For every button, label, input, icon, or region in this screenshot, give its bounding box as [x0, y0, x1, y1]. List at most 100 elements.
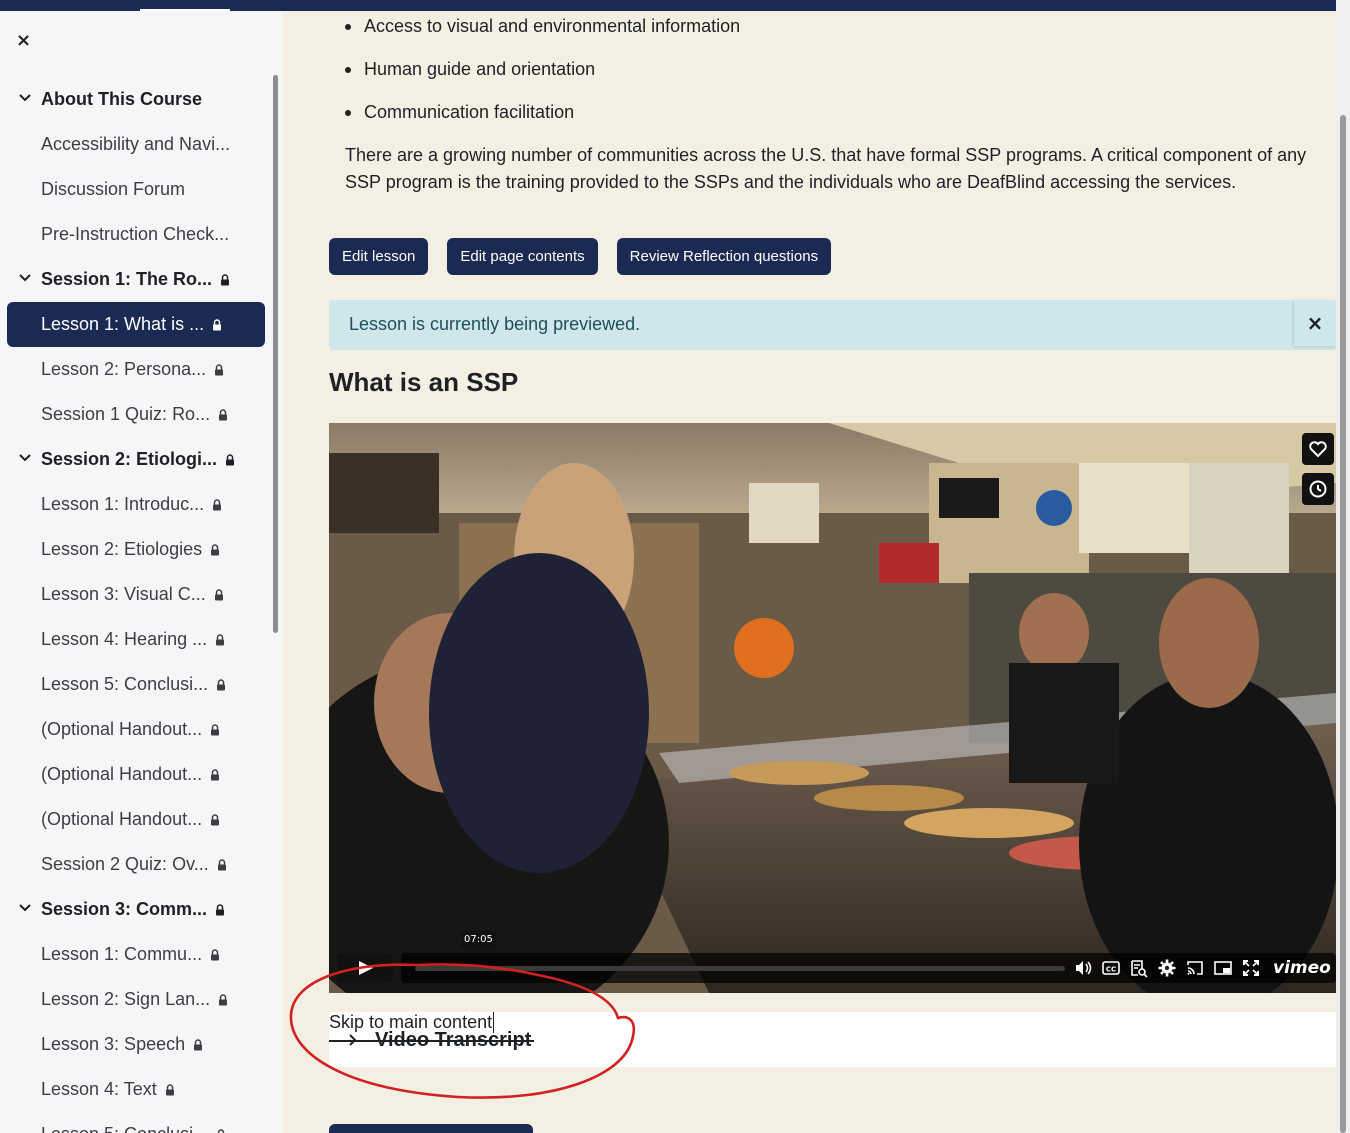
sidebar-item-text: Session 3: Comm...	[41, 899, 208, 919]
edit-lesson-button[interactable]: Edit lesson	[329, 238, 429, 275]
sidebar-item[interactable]: Lesson 3: Speech	[7, 1022, 265, 1067]
lock-icon	[214, 589, 223, 601]
sidebar-item-text: Lesson 3: Visual C...	[41, 584, 206, 604]
sidebar-item-label: Session 3: Comm...	[41, 899, 225, 920]
lock-icon	[211, 949, 220, 961]
sidebar-item[interactable]: Lesson 5: Conclusi...	[7, 662, 265, 707]
lock-icon	[221, 274, 230, 286]
next-activity-button[interactable]	[329, 1124, 533, 1133]
close-icon: ×	[16, 30, 32, 51]
sidebar-item-text: Lesson 1: Introduc...	[41, 494, 205, 514]
lock-icon	[211, 814, 220, 826]
sidebar-item-label: Lesson 1: Commu...	[41, 944, 220, 965]
cc-icon[interactable]: CC	[1101, 958, 1121, 978]
dismiss-alert-button[interactable]: ×	[1294, 300, 1336, 346]
sidebar-item[interactable]: Discussion Forum	[7, 167, 265, 212]
lock-icon	[165, 1084, 174, 1096]
lock-icon	[219, 409, 228, 421]
svg-text:CC: CC	[1106, 966, 1116, 974]
close-drawer-button[interactable]: ×	[16, 31, 31, 51]
window-scrollbar-thumb[interactable]	[1340, 115, 1346, 1133]
lock-icon	[194, 1039, 203, 1051]
volume-icon[interactable]	[1073, 958, 1093, 978]
sidebar-section[interactable]: Session 1: The Ro...	[7, 257, 265, 302]
sidebar-item-label: Lesson 2: Sign Lan...	[41, 989, 228, 1010]
sidebar-item[interactable]: Lesson 4: Hearing ...	[7, 617, 265, 662]
sidebar-item[interactable]: Session 2 Quiz: Ov...	[7, 842, 265, 887]
lesson-actions: Edit lesson Edit page contents Review Re…	[329, 238, 832, 275]
video-player[interactable]: 07:05 CC vimeo	[329, 423, 1336, 993]
sidebar-item[interactable]: Lesson 1: What is ...	[7, 302, 265, 347]
window-scrollbar[interactable]	[1336, 0, 1350, 1133]
progress-track[interactable]	[415, 966, 1065, 971]
chevron-down-icon[interactable]	[18, 91, 32, 105]
sidebar-item-label: Session 1 Quiz: Ro...	[41, 404, 228, 425]
sidebar-item[interactable]: (Optional Handout...	[7, 797, 265, 842]
close-icon: ×	[1306, 311, 1324, 335]
sidebar-item[interactable]: Lesson 3: Visual C...	[7, 572, 265, 617]
sidebar-item-text: (Optional Handout...	[41, 719, 203, 739]
sidebar-item[interactable]: Lesson 2: Etiologies	[7, 527, 265, 572]
video-frame	[329, 423, 1336, 993]
vimeo-logo[interactable]: vimeo	[1273, 958, 1331, 978]
sidebar-item-text: Session 2 Quiz: Ov...	[41, 854, 209, 874]
sidebar-item-text: Discussion Forum	[41, 179, 186, 199]
sidebar-section[interactable]: About This Course	[7, 77, 265, 122]
picture-in-picture-icon[interactable]	[1213, 958, 1233, 978]
list-item: Human guide and orientation	[345, 58, 740, 101]
sidebar-item-text: Lesson 1: Commu...	[41, 944, 203, 964]
sidebar-item-label: (Optional Handout...	[41, 764, 220, 785]
watch-later-button[interactable]	[1302, 473, 1334, 505]
sidebar-item[interactable]: Lesson 2: Sign Lan...	[7, 977, 265, 1022]
sidebar-item-label: Lesson 1: Introduc...	[41, 494, 222, 515]
sidebar-item[interactable]: (Optional Handout...	[7, 752, 265, 797]
sidebar-item[interactable]: Lesson 1: Commu...	[7, 932, 265, 977]
review-reflection-questions-button[interactable]: Review Reflection questions	[616, 238, 832, 275]
list-item: Communication facilitation	[345, 101, 740, 144]
lock-icon	[215, 364, 224, 376]
lock-icon	[213, 499, 222, 511]
gear-icon[interactable]	[1157, 958, 1177, 978]
list-item: Access to visual and environmental infor…	[345, 15, 740, 58]
chevron-down-icon[interactable]	[18, 271, 32, 285]
sidebar-item-text: Lesson 5: Conclusi...	[41, 1124, 208, 1133]
sidebar-item-text: Session 1 Quiz: Ro...	[41, 404, 211, 424]
sidebar-item[interactable]: Lesson 5: Conclusi...	[7, 1112, 265, 1133]
sidebar-scrollbar[interactable]	[273, 75, 278, 633]
sidebar-item-text: (Optional Handout...	[41, 809, 203, 829]
sidebar-section[interactable]: Session 2: Etiologi...	[7, 437, 265, 482]
sidebar-item-label: Lesson 5: Conclusi...	[41, 674, 226, 695]
sidebar-item[interactable]: Accessibility and Navi...	[7, 122, 265, 167]
sidebar-item-text: About This Course	[41, 89, 202, 109]
page-title: What is an SSP	[329, 367, 519, 397]
sidebar-item-label: Lesson 4: Hearing ...	[41, 629, 225, 650]
skip-to-main-content-link[interactable]: Skip to main content	[329, 1012, 495, 1033]
sidebar-item-text: Lesson 4: Hearing ...	[41, 629, 208, 649]
sidebar-item[interactable]: Lesson 4: Text	[7, 1067, 265, 1112]
sidebar-item[interactable]: Lesson 2: Persona...	[7, 347, 265, 392]
preview-alert: Lesson is currently being previewed. ×	[329, 300, 1336, 350]
play-button[interactable]	[337, 953, 393, 983]
like-button[interactable]	[1302, 433, 1334, 465]
chevron-down-icon[interactable]	[18, 901, 32, 915]
lock-icon	[217, 679, 226, 691]
fullscreen-icon[interactable]	[1241, 958, 1261, 978]
sidebar-item-label: (Optional Handout...	[41, 809, 220, 830]
sidebar-item-label: About This Course	[41, 89, 202, 110]
lock-icon	[217, 859, 226, 871]
sidebar-item[interactable]: Pre-Instruction Check...	[7, 212, 265, 257]
ssp-services-list: Access to visual and environmental infor…	[345, 15, 740, 144]
edit-page-contents-button[interactable]: Edit page contents	[447, 238, 598, 275]
transcript-icon[interactable]	[1129, 958, 1149, 978]
cast-icon[interactable]	[1185, 958, 1205, 978]
sidebar-item[interactable]: (Optional Handout...	[7, 707, 265, 752]
sidebar-item[interactable]: Session 1 Quiz: Ro...	[7, 392, 265, 437]
sidebar-item-label: Lesson 4: Text	[41, 1079, 175, 1100]
sidebar-item-text: Session 1: The Ro...	[41, 269, 213, 289]
lock-icon	[211, 769, 220, 781]
sidebar-item-text: Lesson 2: Persona...	[41, 359, 207, 379]
sidebar-item[interactable]: Lesson 1: Introduc...	[7, 482, 265, 527]
sidebar-item-text: Lesson 2: Sign Lan...	[41, 989, 211, 1009]
sidebar-section[interactable]: Session 3: Comm...	[7, 887, 265, 932]
chevron-down-icon[interactable]	[18, 451, 32, 465]
